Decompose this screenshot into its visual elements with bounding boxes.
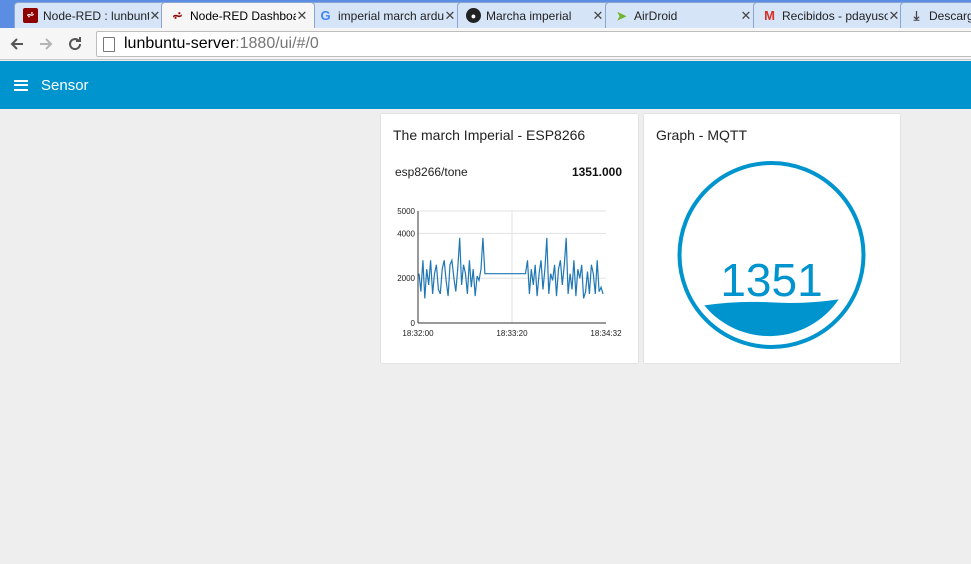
reload-button[interactable] bbox=[64, 33, 86, 55]
tab-title: Node-RED Dashboard bbox=[190, 9, 296, 23]
tab-downloads[interactable]: ⤓ Descargas bbox=[900, 2, 971, 28]
close-tab-icon[interactable]: ✕ bbox=[592, 8, 604, 24]
line-chart: 0 2000 4000 5000 18:32:00 18:33:20 18:34:32 bbox=[397, 207, 622, 338]
x-tick-label: 18:34:32 bbox=[590, 329, 622, 338]
tab-title: Descargas bbox=[929, 8, 971, 23]
reload-icon bbox=[69, 37, 82, 51]
gauge-value: 1351 bbox=[720, 254, 822, 306]
page-icon bbox=[103, 36, 115, 52]
tab-node-red-editor[interactable]: ⩫ Node-RED : lunbuntu ✕ bbox=[14, 2, 168, 28]
airdroid-icon: ➤ bbox=[616, 8, 627, 23]
x-tick-label: 18:33:20 bbox=[496, 329, 528, 338]
series-line-esp8266-tone bbox=[418, 237, 604, 299]
tab-title: AirDroid bbox=[634, 8, 678, 23]
dashboard-title: Sensor bbox=[41, 76, 89, 94]
address-bar[interactable]: lunbuntu-server:1880/ui/#/0 bbox=[96, 31, 971, 57]
tab-google-search[interactable]: G imperial march arduino ✕ bbox=[309, 2, 463, 28]
level-gauge: 13511351 bbox=[677, 161, 866, 349]
forward-button[interactable] bbox=[35, 33, 57, 55]
tab-title: Node-RED : lunbuntu bbox=[43, 8, 149, 23]
y-tick-label: 0 bbox=[411, 319, 416, 328]
close-tab-icon[interactable]: ✕ bbox=[296, 8, 308, 24]
x-tick-label: 18:32:00 bbox=[402, 329, 434, 338]
gmail-icon: M bbox=[764, 8, 775, 23]
gauge-card: Graph - MQTT 1351 1351 bbox=[644, 114, 900, 363]
chart-card: The march Imperial - ESP8266 esp8266/ton… bbox=[381, 114, 638, 363]
url-path: :1880/ui/#/0 bbox=[235, 35, 319, 52]
tab-github[interactable]: ● Marcha imperial ✕ bbox=[457, 2, 611, 28]
hamburger-menu-icon[interactable] bbox=[14, 79, 28, 91]
tab-node-red-dashboard[interactable]: ⩫ Node-RED Dashboard ✕ bbox=[161, 2, 315, 28]
browser-toolbar: lunbuntu-server:1880/ui/#/0 bbox=[0, 28, 971, 60]
node-red-dashboard-icon: ⩫ bbox=[172, 8, 183, 23]
close-tab-icon[interactable]: ✕ bbox=[740, 8, 752, 24]
tab-title: Marcha imperial bbox=[486, 8, 572, 23]
y-tick-label: 5000 bbox=[397, 207, 415, 216]
close-tab-icon[interactable]: ✕ bbox=[888, 8, 900, 24]
github-icon: ● bbox=[466, 8, 481, 23]
google-icon: G bbox=[320, 8, 331, 23]
url-host: lunbuntu-server bbox=[124, 35, 236, 52]
close-tab-icon[interactable]: ✕ bbox=[444, 8, 456, 24]
tab-title: imperial march arduino bbox=[338, 8, 444, 23]
close-tab-icon[interactable]: ✕ bbox=[149, 8, 161, 24]
tab-title: Recibidos - pdayuso bbox=[782, 8, 888, 23]
browser-tab-strip: ⩫ Node-RED : lunbuntu ✕ ⩫ Node-RED Dashb… bbox=[0, 0, 971, 28]
y-tick-label: 2000 bbox=[397, 274, 415, 283]
dashboard-header: Sensor bbox=[0, 61, 971, 109]
y-tick-label: 4000 bbox=[397, 229, 415, 238]
forward-arrow-icon bbox=[40, 38, 53, 50]
node-red-icon: ⩫ bbox=[23, 8, 38, 23]
back-button[interactable] bbox=[6, 33, 28, 55]
back-arrow-icon bbox=[10, 38, 23, 50]
tab-airdroid[interactable]: ➤ AirDroid ✕ bbox=[605, 2, 759, 28]
tab-gmail[interactable]: M Recibidos - pdayuso ✕ bbox=[753, 2, 907, 28]
download-icon: ⤓ bbox=[913, 7, 920, 23]
